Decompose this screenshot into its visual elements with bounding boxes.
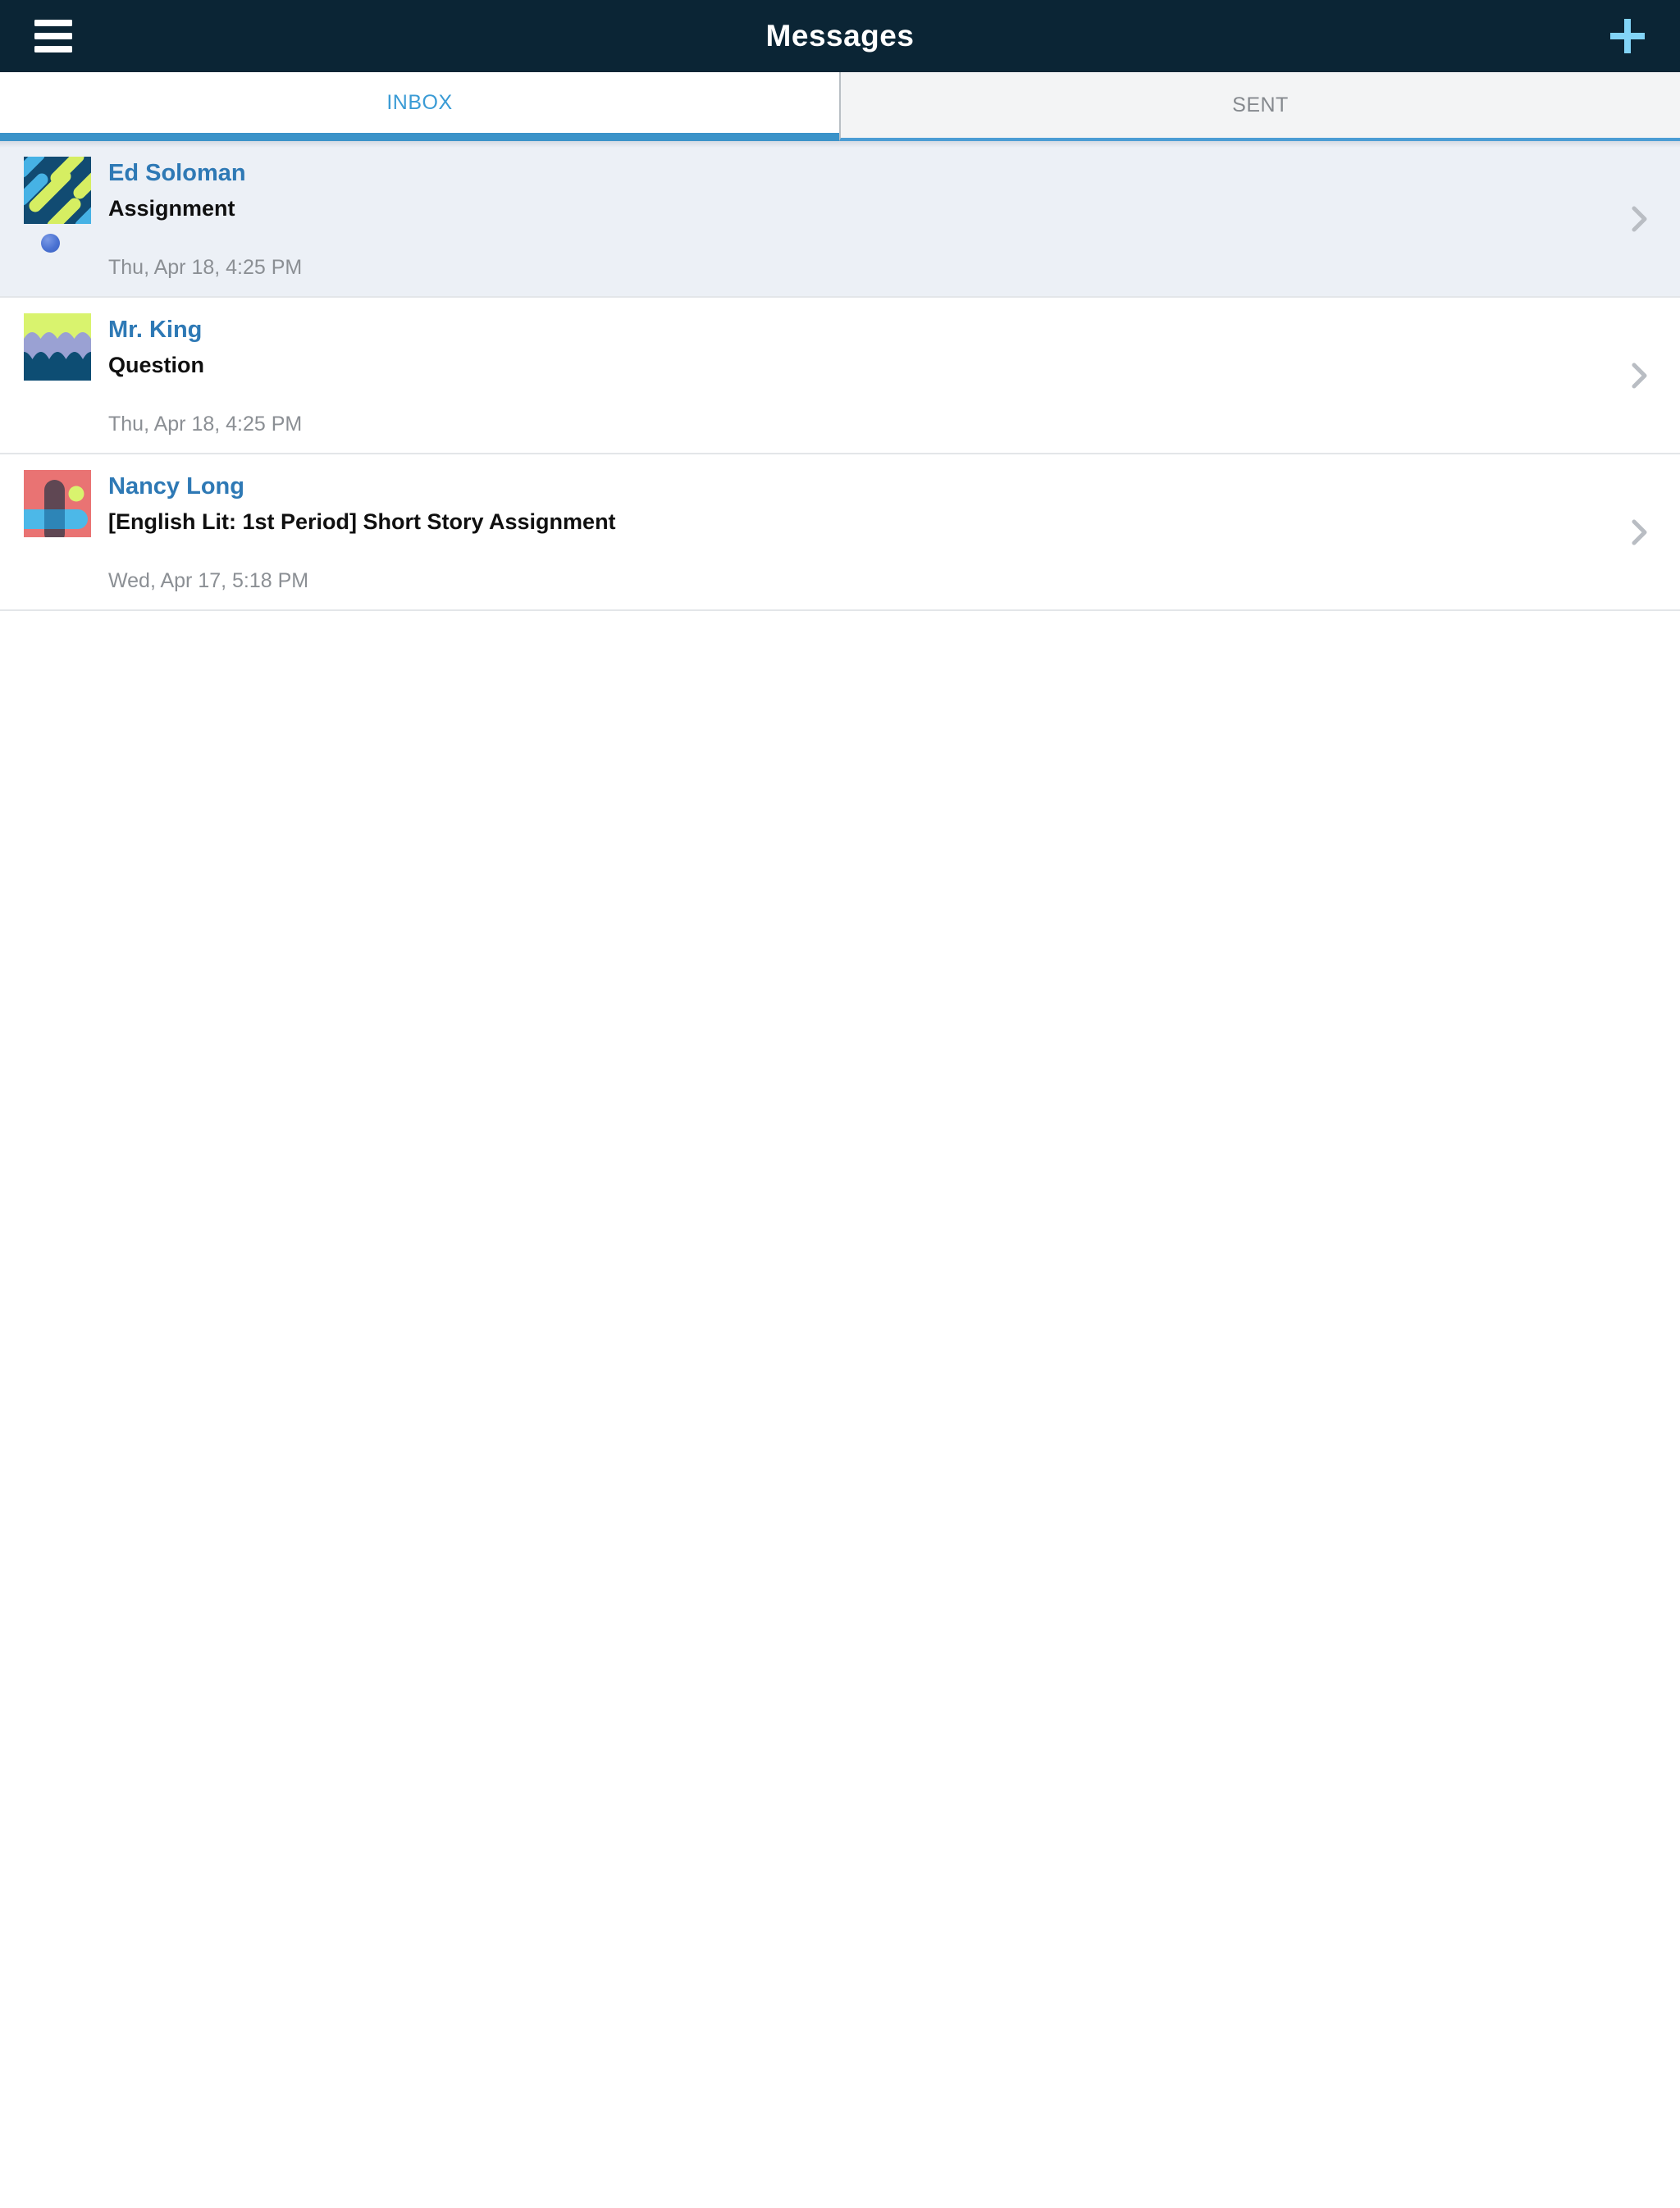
- message-subject: Assignment: [108, 196, 235, 221]
- unread-dot: [41, 234, 60, 253]
- message-timestamp: Thu, Apr 18, 4:25 PM: [108, 256, 303, 279]
- plus-icon: [1610, 19, 1645, 53]
- chevron-right-icon: [1632, 206, 1647, 231]
- message-row[interactable]: Ed Soloman Assignment Thu, Apr 18, 4:25 …: [0, 141, 1680, 298]
- page-title: Messages: [765, 19, 915, 52]
- sender-name: Nancy Long: [108, 473, 244, 500]
- hamburger-menu-icon[interactable]: [34, 20, 72, 52]
- sender-name: Ed Soloman: [108, 160, 246, 186]
- app-header: Messages: [0, 0, 1680, 72]
- message-timestamp: Thu, Apr 18, 4:25 PM: [108, 413, 303, 436]
- messages-app: Messages INBOX SENT Ed Soloman Assignmen…: [0, 0, 1680, 2208]
- message-subject: [English Lit: 1st Period] Short Story As…: [108, 509, 616, 534]
- compose-plus-icon[interactable]: [1608, 16, 1647, 56]
- message-row[interactable]: Mr. King Question Thu, Apr 18, 4:25 PM: [0, 298, 1680, 454]
- tab-bar: INBOX SENT: [0, 72, 1680, 141]
- message-subject: Question: [108, 353, 205, 377]
- avatar-diagonal-stripes: [24, 157, 91, 224]
- tab-inbox[interactable]: INBOX: [0, 72, 839, 141]
- chevron-right-icon: [1632, 363, 1647, 388]
- message-timestamp: Wed, Apr 17, 5:18 PM: [108, 569, 309, 592]
- avatar-waves: [24, 313, 91, 381]
- chevron-right-icon: [1632, 519, 1647, 545]
- message-list: Ed Soloman Assignment Thu, Apr 18, 4:25 …: [0, 141, 1680, 611]
- message-row[interactable]: Nancy Long [English Lit: 1st Period] Sho…: [0, 454, 1680, 611]
- avatar-abstract-shapes: [24, 470, 91, 537]
- sender-name: Mr. King: [108, 317, 203, 343]
- tab-sent[interactable]: SENT: [839, 72, 1680, 141]
